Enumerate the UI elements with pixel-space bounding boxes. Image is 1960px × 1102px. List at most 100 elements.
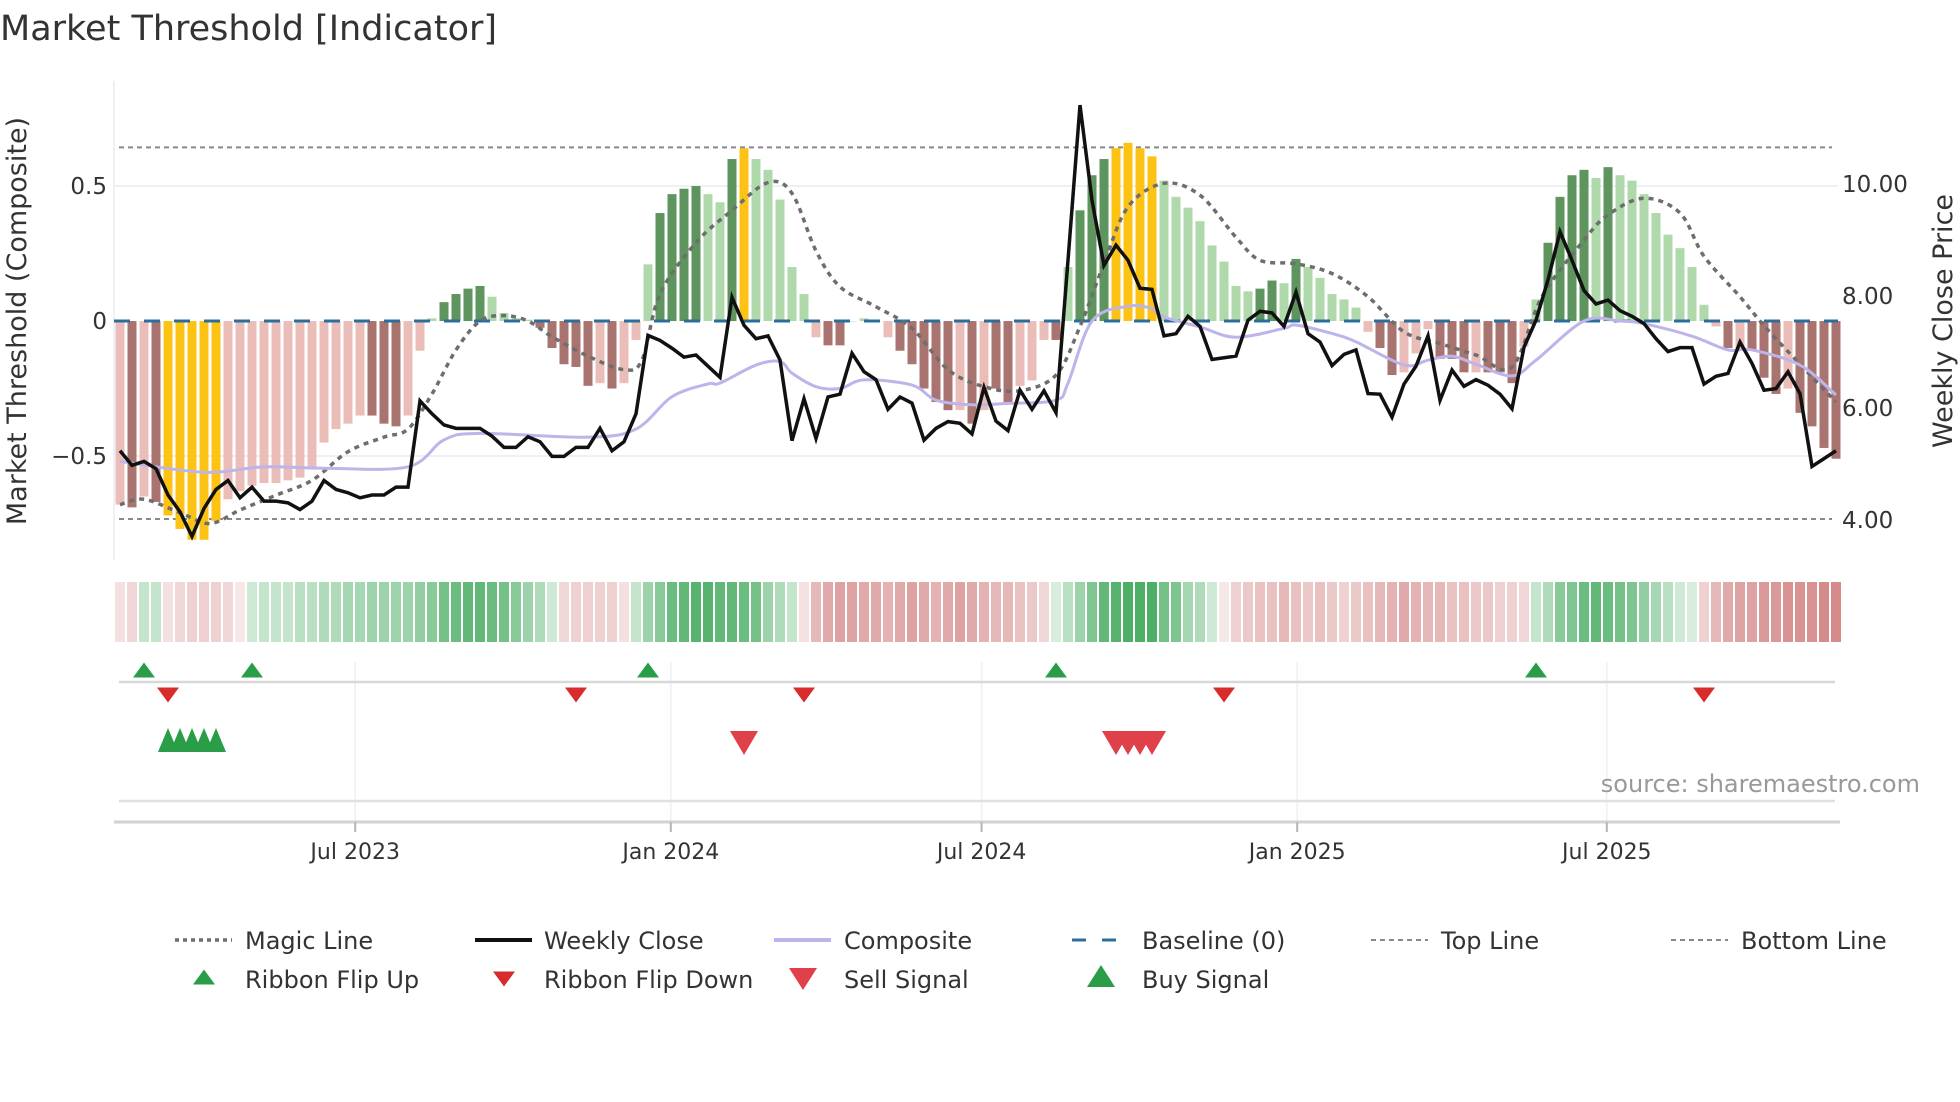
ribbon-cell [1219,582,1229,642]
ribbon-cell [1735,582,1745,642]
composite-bar [1039,321,1049,340]
ribbon-cell [175,582,185,642]
ribbon-cell [1675,582,1685,642]
ribbon-cell [211,582,221,642]
ribbon-cell [571,582,581,642]
composite-bar [1351,307,1361,322]
right-tick-label: 6.00 [1842,396,1893,422]
composite-bar [655,213,665,322]
composite-bar [1207,245,1217,322]
composite-bar [175,321,185,529]
ribbon-cell [259,582,269,642]
ribbon-cell [535,582,545,642]
composite-bar [1687,267,1697,322]
composite-bar [835,321,845,346]
legend-item-close: Weekly Close [475,927,704,955]
ribbon-cell [907,582,917,642]
legend-label: Baseline (0) [1142,927,1285,955]
ribbon-cell [367,582,377,642]
ribbon-cell [1459,582,1469,642]
ribbon-cell [799,582,809,642]
ribbon-cell [1711,582,1721,642]
ribbon-cell [1123,582,1133,642]
composite-bar [703,194,713,322]
legend-item-sell: Sell Signal [789,966,969,994]
ribbon-cell [283,582,293,642]
composite-bar [763,169,773,322]
x-tick-label: Jan 2025 [1247,840,1346,865]
composite-bar [667,194,677,322]
composite-bar [1567,175,1577,322]
composite-bar [1027,321,1037,381]
ribbon-cell [871,582,881,642]
composite-bar [619,321,629,384]
ribbon-cell [163,582,173,642]
ribbon-flip-down-icon [793,687,815,703]
ribbon-flip-down-icon [1693,687,1715,703]
composite-bar [1375,321,1385,349]
ribbon-cell [511,582,521,642]
ribbon-cell [307,582,317,642]
ribbon-cell [379,582,389,642]
right-tick-label: 8.00 [1842,284,1893,310]
ribbon-cell [655,582,665,642]
ribbon-flip-down-icon [493,971,515,987]
ribbon-cell [1327,582,1337,642]
ribbon-cell [1051,582,1061,642]
legend-label: Ribbon Flip Up [245,966,419,994]
ribbon-cell [727,582,737,642]
composite-bar [775,199,785,322]
market-threshold-chart: Market Threshold [Indicator] 0.5 0 −0.5 10.… [0,9,1959,994]
ribbon-cell [1567,582,1577,642]
composite-bar [139,321,149,497]
ribbon-cell [967,582,977,642]
composite-bar [1831,321,1841,459]
ribbon-cell [1747,582,1757,642]
legend-label: Buy Signal [1142,966,1269,994]
ribbon-cell [451,582,461,642]
ribbon-cell [1627,582,1637,642]
composite-bar [1363,321,1373,332]
ribbon-cell [223,582,233,642]
ribbon-cell [355,582,365,642]
composite-bar [1495,321,1505,373]
composite-bar [415,321,425,351]
composite-bar [559,321,569,365]
ribbon-cell [1099,582,1109,642]
ribbon-flip-up-icon [133,662,155,678]
composite-bar [319,321,329,443]
composite-bar [1663,234,1673,322]
ribbon-cell [1087,582,1097,642]
legend-label: Magic Line [245,927,373,955]
ribbon-cell [427,582,437,642]
composite-bar [391,321,401,427]
weekly-close-line [118,104,1837,541]
ribbon-cell [127,582,137,642]
ribbon-flip-up-icon [1045,662,1067,678]
ribbon-cell [1039,582,1049,642]
composite-bar [1435,321,1445,359]
ribbon-cell [1495,582,1505,642]
composite-bar [355,321,365,416]
ribbon-cell [643,582,653,642]
composite-bar [751,159,761,322]
ribbon-strip [115,582,1841,642]
ribbon-cell [1507,582,1517,642]
composite-bar [295,321,305,478]
legend: Magic Line Weekly Close Composite Baseline … [175,927,1887,994]
composite-bar [919,321,929,389]
ribbon-cell [595,582,605,642]
ribbon-cell [1447,582,1457,642]
ribbon-cell [943,582,953,642]
legend-item-threshold: Top Line [1371,927,1539,955]
ribbon-cell [1411,582,1421,642]
composite-bar [1747,321,1757,351]
composite-bar [1327,294,1337,322]
ribbon-cell [1519,582,1529,642]
composite-bar [439,302,449,322]
legend-item-flip_down: Ribbon Flip Down [493,966,753,994]
composite-bar [811,321,821,338]
composite-bar [1075,210,1085,322]
ribbon-cell [139,582,149,642]
composite-bar [1015,321,1025,386]
